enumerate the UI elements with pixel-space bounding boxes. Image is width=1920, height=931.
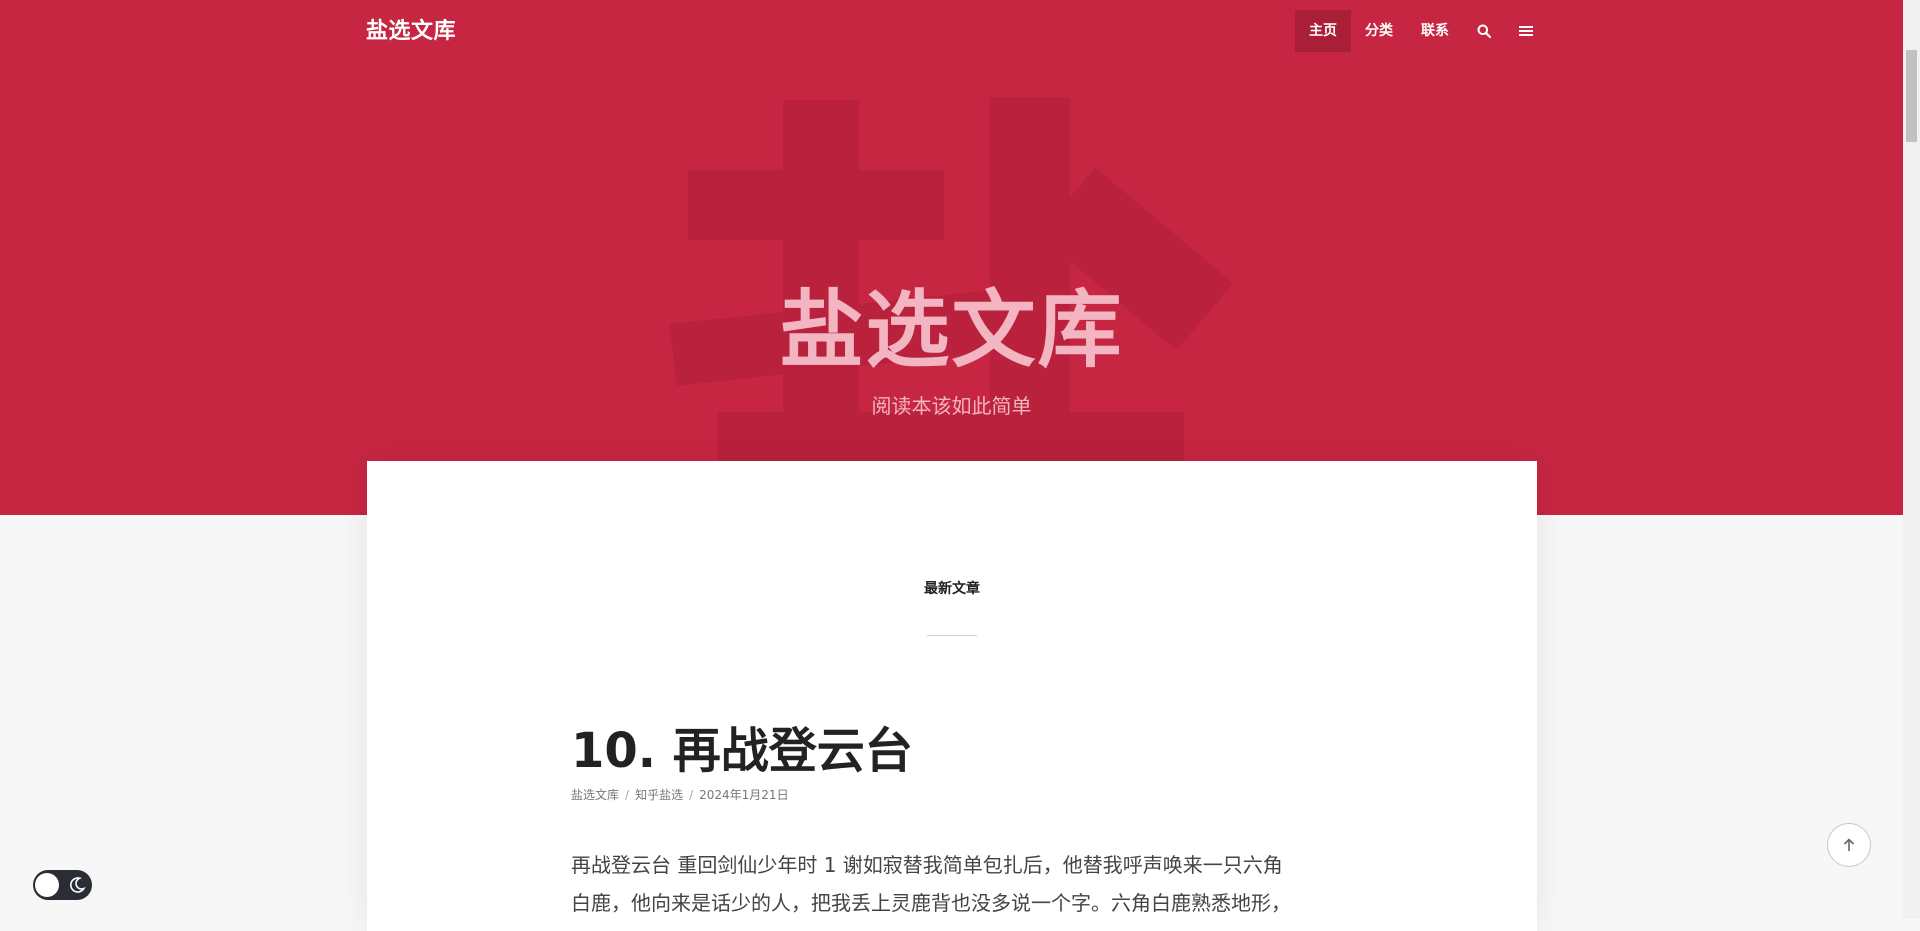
post-date[interactable]: 2024年1月21日 [699, 788, 788, 802]
post-category[interactable]: 知乎盐选 [635, 788, 683, 802]
moon-icon [70, 877, 86, 893]
section-heading: 最新文章 [924, 581, 980, 597]
nav-item-home[interactable]: 主页 [1295, 10, 1351, 52]
post-excerpt: 再战登云台 重回剑仙少年时 1 谢如寂替我简单包扎后，他替我呼声唤来一只六角 白… [571, 846, 1331, 922]
hero-title: 盐选文库 [779, 281, 1124, 379]
menu-button[interactable] [1505, 10, 1547, 52]
post-meta: 盐选文库 / 知乎盐选 / 2024年1月21日 [571, 786, 789, 803]
excerpt-line: 再战登云台 重回剑仙少年时 1 谢如寂替我简单包扎后，他替我呼声唤来一只六角 [571, 853, 1283, 877]
back-to-top-button[interactable] [1827, 823, 1871, 867]
meta-separator: / [689, 788, 694, 802]
meta-separator: / [625, 788, 630, 802]
excerpt-line: 白鹿，他向来是话少的人，把我丢上灵鹿背也没多说一个字。六角白鹿熟悉地形， [571, 891, 1291, 915]
post-author[interactable]: 盐选文库 [571, 788, 619, 802]
scrollbar-thumb[interactable] [1906, 50, 1917, 142]
section-divider [927, 635, 977, 636]
nav-item-categories[interactable]: 分类 [1351, 10, 1407, 52]
hero-banner: 盐选文库 主页 分类 联系 盐选文库 阅读本该如此简单 [0, 0, 1903, 515]
search-button[interactable] [1463, 10, 1505, 52]
search-icon [1477, 24, 1491, 38]
hero-glyph-block [688, 170, 944, 240]
menu-icon [1519, 26, 1533, 36]
site-logo[interactable]: 盐选文库 [366, 13, 456, 45]
nav-item-contact[interactable]: 联系 [1407, 10, 1463, 52]
top-navbar: 盐选文库 主页 分类 联系 [0, 0, 1903, 60]
page-scrollbar[interactable] [1903, 0, 1920, 919]
hero-subtitle: 阅读本该如此简单 [871, 394, 1032, 418]
post-title[interactable]: 10. 再战登云台 [571, 711, 913, 781]
theme-toggle[interactable] [33, 870, 92, 900]
main-nav: 主页 分类 联系 [1295, 10, 1547, 52]
arrow-up-icon [1843, 838, 1855, 851]
toggle-knob [35, 873, 59, 897]
content-card: 最新文章 10. 再战登云台 盐选文库 / 知乎盐选 / 2024年1月21日 再战登云… [367, 461, 1537, 931]
